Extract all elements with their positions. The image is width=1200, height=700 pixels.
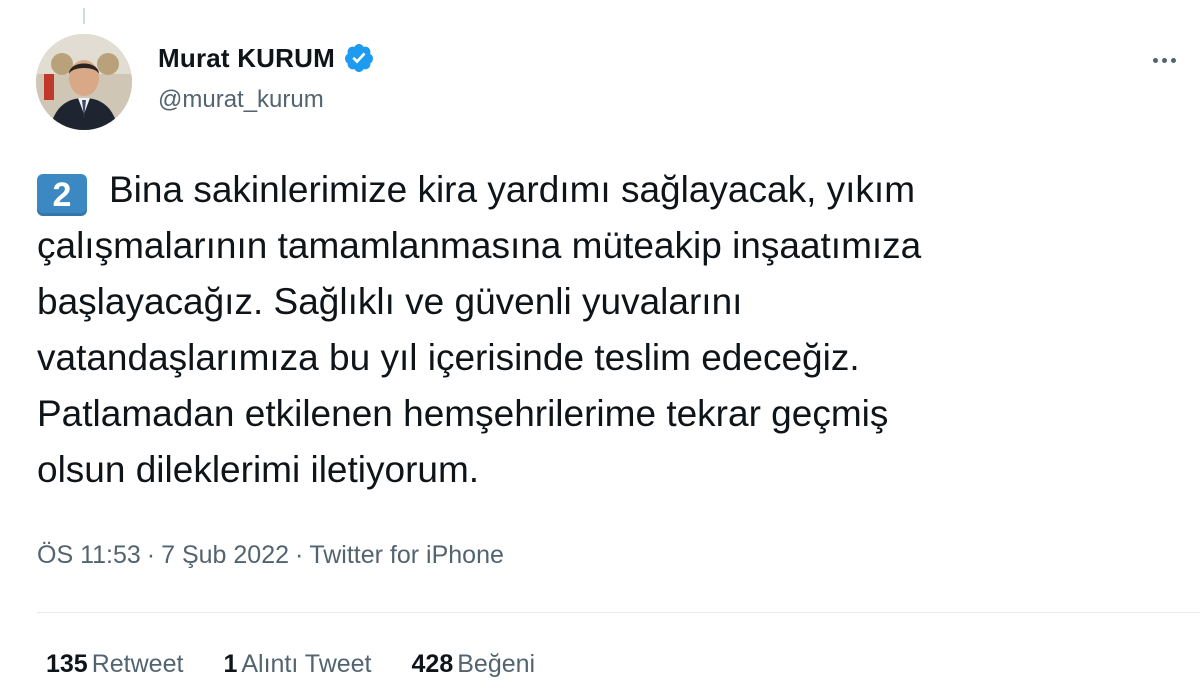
more-options-button[interactable] [1144,44,1184,76]
tweet-metadata: ÖS 11:53 · 7 Şub 2022 · Twitter for iPhone [37,541,504,570]
more-dot-icon [1161,57,1167,63]
more-dot-icon [1170,57,1176,63]
meta-separator: · [146,541,156,569]
engagement-stats: 135 Retweet 1 Alıntı Tweet 428 Beğeni [46,650,535,679]
tweet-text-line: Patlamadan etkilenen hemşehrilerime tekr… [37,393,889,434]
retweets-label: Retweet [91,650,184,678]
author-display-name[interactable]: Murat KURUM [158,43,335,74]
more-dot-icon [1152,57,1158,63]
avatar[interactable] [36,34,132,130]
likes-count: 428 [411,650,454,678]
author-handle[interactable]: @murat_kurum [158,86,324,114]
keycap-two-emoji-icon: 2 [37,174,87,216]
meta-separator: · [295,541,304,569]
tweet-text-line: 2 Bina sakinlerimize kira yardımı sağlaya… [37,162,1177,218]
quote-tweets-count: 1 [223,650,238,678]
tweet-text-segment: Bina sakinlerimize kira yardımı sağlayac… [109,169,916,210]
likes-label: Beğeni [457,650,536,678]
quote-tweets-label: Alıntı Tweet [241,650,372,678]
tweet-text-line: çalışmalarının tamamlanmasına müteakip i… [37,225,922,266]
tweet-card: Murat KURUM @murat_kurum 2 Bina sakinleri… [0,0,1200,700]
tweet-time-link[interactable]: ÖS 11:53 [37,541,141,569]
likes-stat[interactable]: 428 Beğeni [412,650,536,679]
tweet-text-line: olsun dileklerimi iletiyorum. [37,449,480,490]
tweet-source-link[interactable]: Twitter for iPhone [309,541,504,569]
profile-photo-icon [36,34,132,130]
retweets-stat[interactable]: 135 Retweet [46,650,183,679]
quote-tweets-stat[interactable]: 1 Alıntı Tweet [223,650,371,679]
divider [37,612,1200,613]
tweet-date-link[interactable]: 7 Şub 2022 [161,541,289,569]
thread-connector-line [83,8,85,24]
retweets-count: 135 [46,650,88,678]
tweet-text: 2 Bina sakinlerimize kira yardımı sağlaya… [37,162,1177,498]
tweet-text-line: vatandaşlarımıza bu yıl içerisinde tesli… [37,337,860,378]
tweet-text-line: başlayacağız. Sağlıklı ve güvenli yuvala… [37,281,743,322]
author-name-row: Murat KURUM [158,42,375,74]
verified-badge-icon [343,42,375,74]
